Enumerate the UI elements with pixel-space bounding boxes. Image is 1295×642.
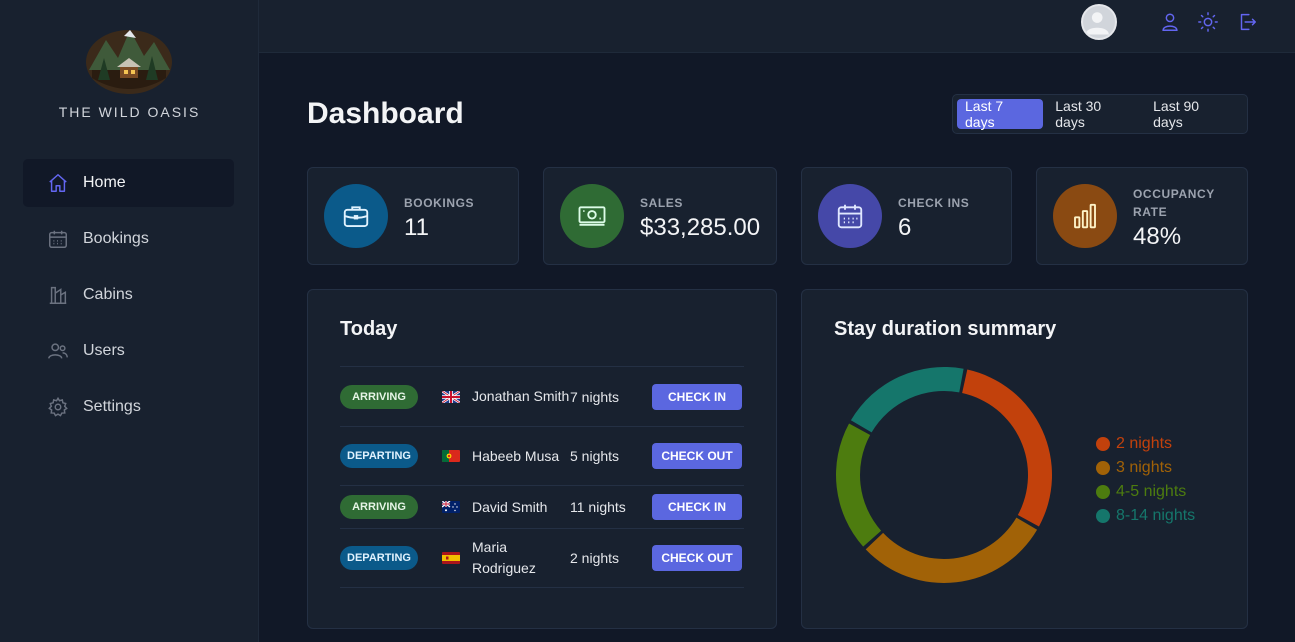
legend-item: 2 nights [1096,432,1195,456]
uk-flag-icon [442,390,460,403]
sidebar-item-label: Cabins [83,286,133,303]
legend-item: 8-14 nights [1096,504,1195,528]
gear-icon [48,396,68,417]
legend-item: 3 nights [1096,456,1195,480]
nights-count: 11 nights [570,499,626,515]
table-row: Arriving Jonathan Smith 7 nights Check i… [340,367,744,427]
users-icon [48,343,68,359]
today-activity-list: Arriving Jonathan Smith 7 nights Check i… [340,366,744,588]
stay-duration-donut-chart [836,367,1052,583]
table-row: Departing Habeeb Musa 5 nights Check out [340,427,744,486]
sidebar-item-bookings[interactable]: Bookings [23,215,234,263]
stat-value: $33,285.00 [640,214,761,241]
stat-label: Sales [640,196,684,210]
today-panel: Today Arriving Jonathan Smith 7 nights C… [307,289,777,629]
user-icon[interactable] [1159,11,1181,33]
table-row: Arriving David Smith 11 nights Check in [340,486,744,529]
chart-bar-icon [1074,203,1096,229]
stat-bookings: Bookings 11 [307,167,519,265]
check-out-button[interactable]: Check out [652,545,742,571]
sun-icon[interactable] [1197,11,1219,33]
date-filter: Last 7 days Last 30 days Last 90 days [952,94,1248,134]
stat-label: Occupancy rate [1133,187,1215,219]
calendar-days-icon [837,204,863,229]
main-nav: Home Bookings Cabins Users Settings [23,159,234,439]
page-title: Dashboard [307,97,464,130]
filter-last-7-days[interactable]: Last 7 days [957,98,1044,130]
calendar-icon [49,230,67,248]
cabin-icon [49,286,67,304]
stat-value: 6 [898,214,912,241]
portugal-flag-icon [442,450,460,462]
sidebar-item-home[interactable]: Home [23,159,234,207]
legend-swatch [1096,461,1110,475]
guest-name: Jonathan Smith [472,388,570,404]
legend-item: 4-5 nights [1096,480,1195,504]
nights-count: 7 nights [570,388,620,405]
sidebar-item-cabins[interactable]: Cabins [23,271,234,319]
avatar[interactable] [1081,4,1117,40]
table-row: Departing Maria Rodriguez 2 nights Check… [340,529,744,588]
brand-name: THE WILD OASIS [58,104,201,120]
donut-slice-2[interactable] [865,517,1038,583]
legend-label: 4-5 nights [1116,483,1187,500]
stat-icon-circle [560,184,624,248]
status-badge: Departing [340,444,418,468]
today-title: Today [340,318,398,340]
filter-last-90-days[interactable]: Last 90 days [1145,98,1239,130]
logout-icon[interactable] [1236,11,1258,33]
stat-label: Check ins [898,196,970,210]
legend-swatch [1096,485,1110,499]
donut-slice-1[interactable] [962,369,1052,527]
briefcase-icon [343,206,369,227]
stay-duration-panel: Stay duration summary 2 nights 3 nights 4-… [801,289,1248,629]
guest-name: Habeeb Musa [472,447,560,464]
sidebar-item-label: Home [83,174,126,191]
guest-name: David Smith [472,498,548,515]
check-in-button[interactable]: Check in [652,383,742,410]
sidebar: THE WILD OASIS Home Bookings Cabins User… [0,0,259,642]
avatar-placeholder-icon [1085,12,1109,35]
sidebar-item-label: Users [83,342,125,359]
banknotes-icon [578,206,606,226]
donut-slice-3[interactable] [836,423,882,547]
stat-icon-circle [1053,184,1117,248]
legend-label: 2 nights [1116,435,1173,452]
stat-check-ins: Check ins 6 [801,167,1012,265]
legend-label: 8-14 nights [1116,507,1196,524]
donut-slice-4[interactable] [850,367,964,433]
sidebar-item-label: Settings [83,398,141,415]
sidebar-item-label: Bookings [83,230,149,247]
stat-label: Bookings [404,196,475,210]
spain-flag-icon [442,552,460,564]
stat-sales: Sales $33,285.00 [543,167,777,265]
status-badge: Arriving [340,384,418,409]
legend-label: 3 nights [1116,459,1173,476]
logo [86,30,172,94]
status-badge: Departing [340,546,418,570]
stat-value: 11 [404,214,429,241]
sidebar-item-settings[interactable]: Settings [23,383,234,431]
nights-count: 2 nights [570,550,620,566]
check-out-button[interactable]: Check out [652,443,742,469]
legend-swatch [1096,437,1110,451]
legend-swatch [1096,509,1110,523]
check-in-button[interactable]: Check in [652,494,742,520]
sidebar-item-users[interactable]: Users [23,327,234,375]
guest-name: Maria Rodriguez [472,539,536,576]
nights-count: 5 nights [570,448,620,464]
home-icon [49,174,67,192]
status-badge: Arriving [340,495,418,519]
chart-legend: 2 nights 3 nights 4-5 nights 8-14 nights [1096,432,1195,528]
stat-value: 48% [1133,223,1182,250]
filter-last-30-days[interactable]: Last 30 days [1047,98,1141,130]
stat-occupancy-rate: Occupancy rate 48% [1036,167,1248,265]
stat-icon-circle [818,184,882,248]
top-header [259,0,1295,53]
stat-icon-circle [324,184,388,248]
australia-flag-icon [442,501,460,513]
stay-duration-title: Stay duration summary [834,318,1057,340]
